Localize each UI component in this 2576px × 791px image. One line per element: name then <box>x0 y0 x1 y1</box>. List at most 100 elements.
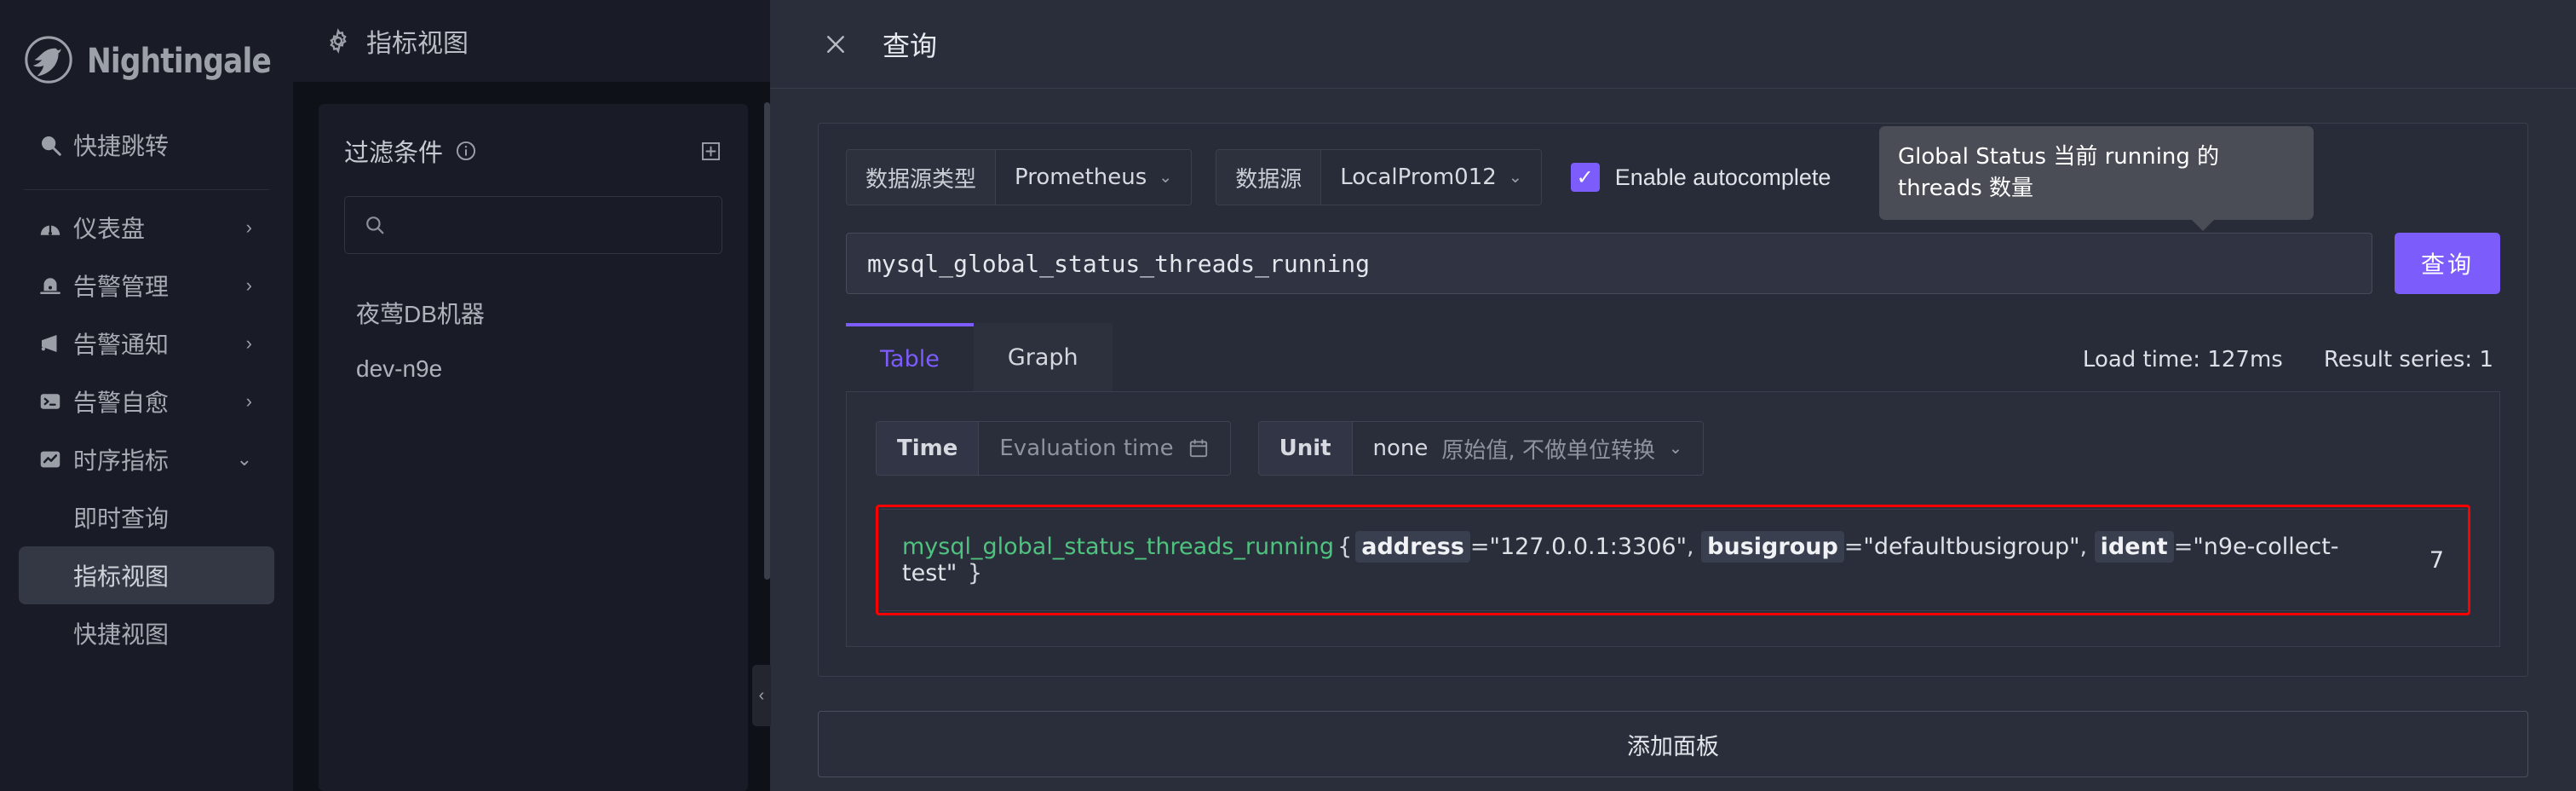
datasource-type-text: Prometheus <box>1015 165 1147 190</box>
label-sep <box>957 560 964 586</box>
sidebar-item-timeseries-metrics[interactable]: 时序指标 ⌄ <box>19 430 274 488</box>
result-series: Result series: 1 <box>2324 347 2493 372</box>
sidebar-item-alert-selfheal[interactable]: 告警自愈 › <box>19 372 274 430</box>
datasource-type-select[interactable]: 数据源类型 Prometheus ⌄ <box>846 149 1192 205</box>
sidebar: Nightingale 快捷跳转 <box>0 0 293 791</box>
sidebar-item-alert-management[interactable]: 告警管理 › <box>19 257 274 315</box>
label-sep: , <box>1687 534 1701 560</box>
alert-bell-icon <box>37 273 73 298</box>
add-box-icon[interactable] <box>699 140 722 163</box>
bird-logo-icon <box>22 35 75 88</box>
query-row: mysql_global_status_threads_running 查询 <box>846 233 2500 294</box>
enable-autocomplete-checkbox[interactable]: ✓ Enable autocomplete <box>1571 163 1831 192</box>
list-item[interactable]: dev-n9e <box>344 341 722 397</box>
open-brace: { <box>1337 534 1352 560</box>
chevron-down-icon: ⌄ <box>1669 439 1682 458</box>
label-value: "defaultbusigroup" <box>1863 534 2079 560</box>
tab-table[interactable]: Table <box>846 323 974 391</box>
add-panel-button[interactable]: 添加面板 <box>818 711 2528 777</box>
megaphone-icon <box>37 331 73 356</box>
datasource-text: LocalProm012 <box>1340 165 1497 190</box>
result-metric-name: mysql_global_status_threads_running <box>902 534 1334 560</box>
sidebar-subitem-quick-view[interactable]: 快捷视图 <box>19 604 274 662</box>
chevron-down-icon: ⌄ <box>1159 168 1172 187</box>
table-row[interactable]: mysql_global_status_threads_running{addr… <box>880 510 2466 611</box>
result-highlight-box: mysql_global_status_threads_running{addr… <box>876 505 2470 615</box>
chevron-right-icon: › <box>246 332 256 355</box>
metric-tooltip: Global Status 当前 running 的 threads 数量 <box>1879 126 2314 220</box>
nav-top: 快捷跳转 <box>0 94 293 174</box>
run-query-label: 查询 <box>2421 246 2474 280</box>
label-op: = <box>1844 534 1864 560</box>
sidebar-subitem-metric-view[interactable]: 指标视图 <box>19 546 274 604</box>
datasource-type-value[interactable]: Prometheus ⌄ <box>996 150 1191 205</box>
sidebar-subitem-label: 指标视图 <box>73 558 169 592</box>
table-controls: Time Evaluation time <box>876 421 2470 476</box>
sidebar-item-label: 快捷跳转 <box>73 128 256 162</box>
search-input[interactable] <box>398 212 703 239</box>
chevron-left-icon[interactable]: ‹ <box>752 665 771 726</box>
tab-graph[interactable]: Graph <box>974 323 1113 391</box>
search-icon <box>37 132 73 158</box>
chevron-right-icon: › <box>246 390 256 413</box>
chevron-down-icon: ⌄ <box>237 448 256 471</box>
dashboard-icon <box>37 215 73 240</box>
sidebar-item-label: 告警自愈 <box>73 384 246 419</box>
datasource-select[interactable]: 数据源 LocalProm012 ⌄ <box>1216 149 1542 205</box>
sidebar-item-label: 时序指标 <box>73 442 237 476</box>
sidebar-item-dashboard[interactable]: 仪表盘 › <box>19 199 274 257</box>
search-icon <box>364 214 386 236</box>
unit-value[interactable]: none 原始值, 不做单位转换 ⌄ <box>1353 422 1703 475</box>
list-item[interactable]: 夜莺DB机器 <box>344 285 722 341</box>
label-op: = <box>1470 534 1490 560</box>
tab-label: Graph <box>1008 344 1078 371</box>
add-panel-label: 添加面板 <box>1627 728 1719 761</box>
sidebar-item-label: 告警管理 <box>73 268 246 303</box>
brand[interactable]: Nightingale <box>0 0 293 94</box>
gear-icon[interactable] <box>325 28 351 54</box>
chevron-right-icon: › <box>246 217 256 239</box>
load-time: Load time: 127ms <box>2083 347 2283 372</box>
time-input[interactable]: Evaluation time <box>979 422 1229 475</box>
chevron-right-icon: › <box>246 274 256 297</box>
sidebar-subitem-label: 快捷视图 <box>73 616 169 650</box>
brand-name: Nightingale <box>87 42 271 81</box>
filter-title: 过滤条件 <box>344 133 443 169</box>
page-title: 查询 <box>883 25 937 64</box>
unit-value-text: none <box>1373 436 1429 461</box>
result-value-cell: 7 <box>2407 510 2466 611</box>
tooltip-text: Global Status 当前 running 的 threads 数量 <box>1898 144 2219 201</box>
enable-autocomplete-label: Enable autocomplete <box>1615 165 1831 191</box>
sidebar-subitem-label: 即时查询 <box>73 500 169 534</box>
result-series-cell: mysql_global_status_threads_running{addr… <box>880 510 2407 611</box>
query-expression-input[interactable]: mysql_global_status_threads_running <box>846 233 2372 294</box>
datasource-label: 数据源 <box>1216 150 1321 205</box>
label-key: ident <box>2095 531 2174 563</box>
info-circle-icon[interactable] <box>455 140 477 162</box>
sidebar-item-alert-notify[interactable]: 告警通知 › <box>19 315 274 372</box>
result-tabs: Table Graph Load time: 127ms Result seri… <box>846 323 2500 391</box>
run-query-button[interactable]: 查询 <box>2395 233 2500 294</box>
result-meta: Load time: 127ms Result series: 1 <box>2083 347 2500 391</box>
evaluation-time-picker[interactable]: Time Evaluation time <box>876 421 1231 476</box>
table-tab-panel: Time Evaluation time <box>846 391 2500 647</box>
unit-desc: 原始值, 不做单位转换 <box>1441 433 1655 465</box>
datasource-value[interactable]: LocalProm012 ⌄ <box>1321 150 1541 205</box>
calendar-icon <box>1187 437 1210 459</box>
filter-search-box[interactable] <box>344 196 722 254</box>
label-key: busigroup <box>1701 531 1844 563</box>
chart-line-icon <box>37 447 73 472</box>
close-icon[interactable] <box>823 32 848 57</box>
sidebar-subitem-instant-query[interactable]: 即时查询 <box>19 488 274 546</box>
sidebar-divider <box>24 189 269 190</box>
sidebar-item-quick-jump[interactable]: 快捷跳转 <box>19 116 274 174</box>
sidebar-item-label: 仪表盘 <box>73 211 246 245</box>
main-panel: 查询 数据源类型 Prometheus ⌄ 数据源 LocalPro <box>770 0 2576 791</box>
label-op: = <box>2174 534 2194 560</box>
list-item-label: 夜莺DB机器 <box>356 296 485 330</box>
label-key: address <box>1355 531 1470 563</box>
result-table: mysql_global_status_threads_running{addr… <box>880 509 2466 611</box>
unit-select[interactable]: Unit none 原始值, 不做单位转换 ⌄ <box>1258 421 1704 476</box>
filter-panel-scrollbar[interactable] <box>764 102 770 580</box>
filter-title-row: 过滤条件 <box>344 133 722 169</box>
